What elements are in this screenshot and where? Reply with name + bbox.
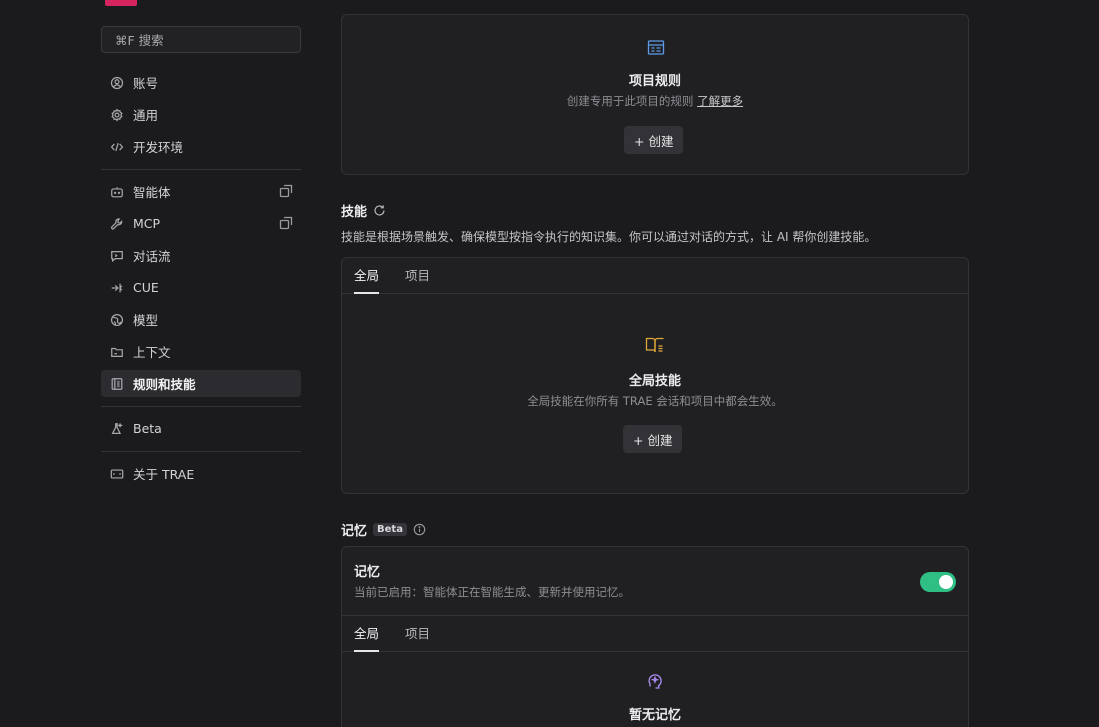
skills-section-title: 技能 <box>341 201 386 220</box>
sidebar-item-label: 账号 <box>133 76 159 91</box>
tab-project[interactable]: 项目 <box>405 258 430 294</box>
wrench-icon <box>109 216 125 232</box>
sidebar-item-mcp[interactable]: MCP <box>101 210 301 237</box>
sidebar-item-label: 关于 TRAE <box>133 467 195 482</box>
sidebar-item-label: MCP <box>133 216 161 231</box>
sidebar-item-about[interactable]: 关于 TRAE <box>101 460 301 487</box>
sidebar-item-beta[interactable]: Beta <box>101 415 301 442</box>
memory-title-text: 记忆 <box>341 524 368 539</box>
brand-mark <box>105 0 137 6</box>
project-rules-title: 项目规则 <box>628 74 681 89</box>
sidebar-item-cue[interactable]: CUE <box>101 274 301 301</box>
skills-desc: 技能是根据场景触发、确保模型按指令执行的知识集。你可以通过对话的方式，让 AI … <box>341 230 877 244</box>
sidebar-item-label: 上下文 <box>133 345 171 360</box>
global-skills-desc: 全局技能在你所有 TRAE 会话和项目中都会生效。 <box>527 394 783 408</box>
skills-card: 全局 项目 全局技能 全局技能在你所有 TRAE 会话和项目中都会生效。 + 创… <box>341 257 969 494</box>
flask-icon <box>109 421 125 437</box>
sidebar-item-dev-env[interactable]: 开发环境 <box>101 133 301 160</box>
sidebar-item-models[interactable]: 模型 <box>101 306 301 333</box>
search-input[interactable]: ⌘F 搜索 <box>101 26 301 53</box>
external-link-icon[interactable] <box>279 216 293 230</box>
sidebar: ⌘F 搜索 账号 通用 开发环境 智能体 MCP 对话流 CUE 模型 上下文 <box>0 0 320 727</box>
refresh-icon[interactable] <box>373 204 386 217</box>
tab-global[interactable]: 全局 <box>354 616 380 652</box>
global-skills-title: 全局技能 <box>628 374 681 389</box>
user-circle-icon <box>109 75 125 91</box>
sidebar-item-label: 智能体 <box>133 185 171 200</box>
chat-flow-icon <box>109 248 125 264</box>
sidebar-divider <box>101 406 301 407</box>
project-rules-card: 项目规则 创建专用于此项目的规则 了解更多 + 创建 <box>341 14 969 175</box>
sidebar-item-rules-skills[interactable]: 规则和技能 <box>101 370 301 397</box>
sidebar-item-label: Beta <box>133 421 162 436</box>
sidebar-item-account[interactable]: 账号 <box>101 69 301 96</box>
brain-icon <box>644 670 666 692</box>
sidebar-item-general[interactable]: 通用 <box>101 101 301 128</box>
no-memory-title: 暂无记忆 <box>628 708 681 723</box>
create-project-rule-button[interactable]: + 创建 <box>624 126 684 154</box>
beta-badge: Beta <box>373 523 407 536</box>
gear-icon <box>109 107 125 123</box>
skills-title-text: 技能 <box>341 205 368 220</box>
trae-icon <box>109 466 125 482</box>
rules-doc-icon <box>645 37 667 59</box>
globe-icon <box>109 312 125 328</box>
memory-toggle[interactable] <box>920 572 956 592</box>
sidebar-item-label: CUE <box>133 280 159 295</box>
memory-tabs: 全局 项目 <box>342 615 968 652</box>
memory-card-title: 记忆 <box>354 565 381 580</box>
sidebar-item-context[interactable]: 上下文 <box>101 338 301 365</box>
sidebar-divider <box>101 169 301 170</box>
tab-global[interactable]: 全局 <box>354 258 380 294</box>
context-icon <box>109 344 125 360</box>
sidebar-item-label: 对话流 <box>133 249 171 264</box>
memory-card: 记忆 当前已启用：智能体正在智能生成、更新并使用记忆。 全局 项目 暂无记忆 <box>341 546 969 727</box>
book-icon <box>644 334 666 356</box>
sidebar-item-label: 规则和技能 <box>133 377 196 392</box>
sidebar-item-agents[interactable]: 智能体 <box>101 178 301 205</box>
memory-card-desc: 当前已启用：智能体正在智能生成、更新并使用记忆。 <box>354 585 630 599</box>
external-link-icon[interactable] <box>279 184 293 198</box>
sidebar-item-label: 开发环境 <box>133 140 184 155</box>
robot-icon <box>109 184 125 200</box>
sidebar-divider <box>101 451 301 452</box>
create-skill-button[interactable]: + 创建 <box>623 425 683 453</box>
tab-project[interactable]: 项目 <box>405 616 430 652</box>
learn-more-link[interactable]: 了解更多 <box>697 94 743 108</box>
cue-icon <box>109 280 125 296</box>
sidebar-item-label: 通用 <box>133 108 159 123</box>
code-icon <box>109 139 125 155</box>
rules-icon <box>109 376 125 392</box>
info-icon[interactable] <box>413 523 426 536</box>
skills-tabs: 全局 项目 <box>342 258 968 294</box>
sidebar-item-label: 模型 <box>133 313 159 328</box>
memory-section-title: 记忆 Beta <box>341 520 426 539</box>
project-rules-desc: 创建专用于此项目的规则 了解更多 <box>566 94 744 108</box>
sidebar-item-chat-flow[interactable]: 对话流 <box>101 242 301 269</box>
